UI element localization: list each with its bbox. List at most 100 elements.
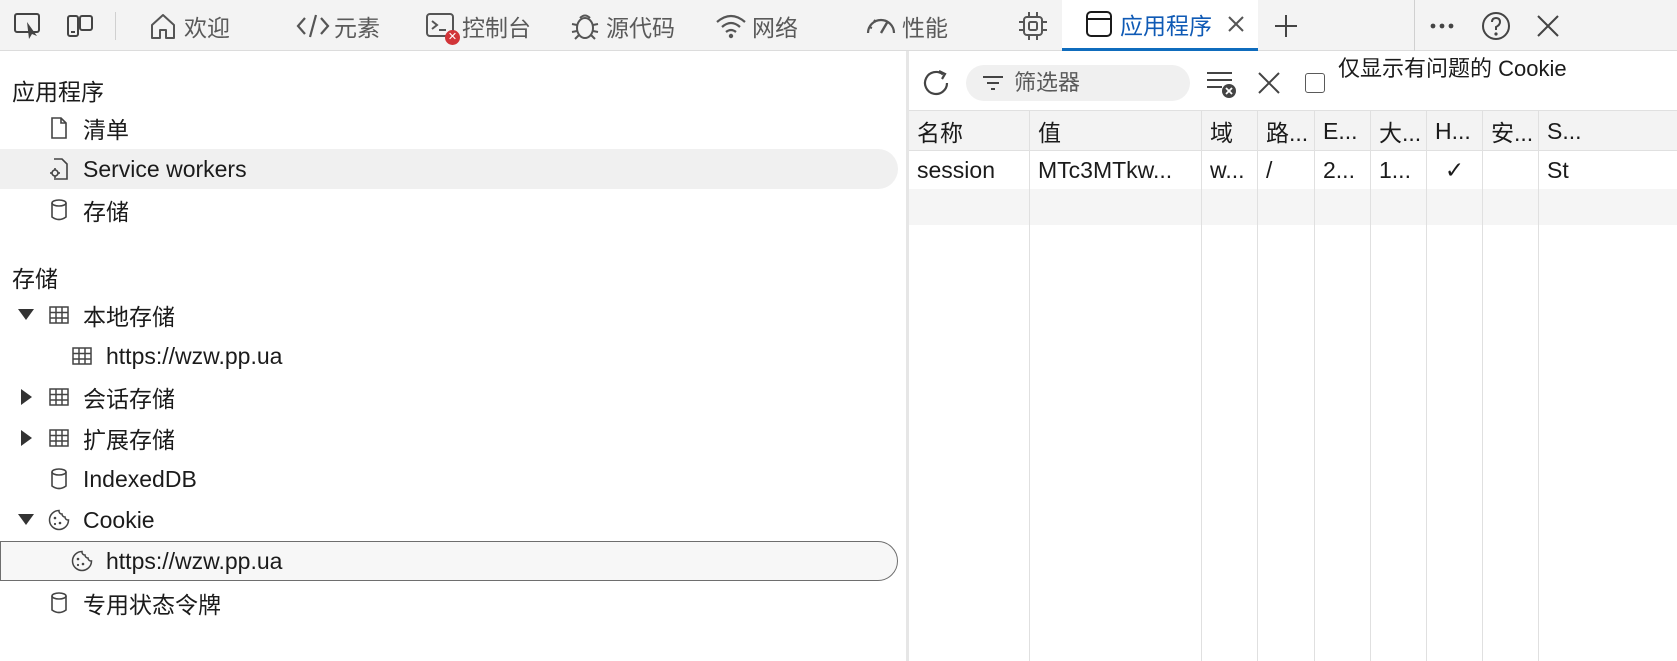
inspect-icon bbox=[13, 12, 43, 40]
cell-secure[interactable] bbox=[1483, 151, 1538, 189]
more-horizontal-icon bbox=[1429, 22, 1455, 30]
help-icon bbox=[1481, 11, 1511, 41]
sidebar-item-label: 本地存储 bbox=[83, 304, 175, 330]
filter-input[interactable] bbox=[1014, 70, 1174, 96]
tab-label: 性能 bbox=[902, 14, 948, 41]
delete-selected-button[interactable] bbox=[1251, 65, 1287, 101]
tab-label: 欢迎 bbox=[184, 14, 230, 41]
column-divider[interactable] bbox=[1314, 111, 1315, 661]
grid-table-icon bbox=[48, 386, 70, 408]
cell-httponly[interactable]: ✓ bbox=[1427, 151, 1482, 189]
close-devtools-button[interactable] bbox=[1530, 8, 1566, 44]
column-header-domain[interactable]: 域 bbox=[1202, 111, 1257, 151]
column-divider[interactable] bbox=[1029, 111, 1030, 661]
cell-samesite[interactable]: St bbox=[1539, 151, 1677, 189]
column-divider[interactable] bbox=[1538, 111, 1539, 661]
sidebar-item-manifest[interactable]: 清单 bbox=[0, 108, 898, 148]
cell-name[interactable]: session bbox=[909, 151, 1029, 189]
filter-field[interactable] bbox=[966, 65, 1190, 101]
sidebar-item-label: 专用状态令牌 bbox=[83, 592, 221, 618]
clear-filtered-cookies-button[interactable] bbox=[1201, 65, 1241, 101]
add-tab-button[interactable] bbox=[1268, 8, 1304, 44]
column-divider[interactable] bbox=[1370, 111, 1371, 661]
sidebar-item-cookie-origin[interactable]: https://wzw.pp.ua bbox=[0, 541, 898, 581]
column-header-value[interactable]: 值 bbox=[1030, 111, 1201, 151]
sidebar-item-storage[interactable]: 存储 bbox=[0, 190, 898, 230]
service-worker-gear-icon bbox=[48, 158, 70, 180]
plus-icon bbox=[1273, 13, 1299, 39]
cookie-icon bbox=[71, 550, 93, 572]
sidebar-item-label: 清单 bbox=[83, 117, 129, 143]
column-divider[interactable] bbox=[1426, 111, 1427, 661]
code-tags-icon bbox=[296, 9, 330, 43]
grid-table-icon bbox=[48, 427, 70, 449]
sidebar-item-cookies[interactable]: Cookie bbox=[0, 500, 898, 540]
only-issues-label: 仅显示有问题的 Cookie bbox=[1338, 56, 1567, 81]
sidebar-item-private-state-tokens[interactable]: 专用状态令牌 bbox=[0, 583, 898, 623]
clear-list-icon bbox=[1204, 67, 1238, 99]
column-divider[interactable] bbox=[1482, 111, 1483, 661]
tab-memory[interactable] bbox=[1016, 0, 1054, 51]
expand-arrow-down-icon[interactable] bbox=[16, 510, 36, 530]
cell-size[interactable]: 1... bbox=[1371, 151, 1426, 189]
column-divider[interactable] bbox=[1257, 111, 1258, 661]
device-icon bbox=[65, 12, 95, 40]
column-header-httponly[interactable]: H... bbox=[1427, 111, 1482, 151]
tab-sources[interactable]: 源代码 bbox=[568, 0, 675, 51]
column-header-expires[interactable]: E... bbox=[1315, 111, 1370, 151]
help-button[interactable] bbox=[1478, 8, 1514, 44]
column-header-samesite[interactable]: S... bbox=[1539, 111, 1677, 151]
tab-welcome[interactable]: 欢迎 bbox=[146, 0, 230, 51]
grid-table-icon bbox=[48, 304, 70, 326]
refresh-button[interactable] bbox=[917, 65, 955, 101]
document-icon bbox=[48, 117, 70, 139]
device-emulation-button[interactable] bbox=[62, 8, 98, 44]
cookie-table: 名称 值 域 路... E... 大... H... 安... S... ses… bbox=[909, 111, 1677, 661]
gauge-icon bbox=[864, 9, 898, 43]
cell-expires[interactable]: 2... bbox=[1315, 151, 1370, 189]
sidebar-item-indexeddb[interactable]: IndexedDB bbox=[0, 459, 898, 499]
chip-icon bbox=[1016, 9, 1050, 43]
tab-network[interactable]: 网络 bbox=[714, 0, 798, 51]
column-header-name[interactable]: 名称 bbox=[909, 111, 1029, 151]
sidebar-item-session-storage[interactable]: 会话存储 bbox=[0, 377, 898, 417]
cell-value[interactable]: MTc3MTkw... bbox=[1030, 151, 1201, 189]
sidebar-item-extension-storage[interactable]: 扩展存储 bbox=[0, 418, 898, 458]
expand-arrow-right-icon[interactable] bbox=[17, 387, 37, 407]
database-icon bbox=[48, 199, 70, 221]
sidebar-item-label: 扩展存储 bbox=[83, 427, 175, 453]
sidebar-item-local-storage-origin[interactable]: https://wzw.pp.ua bbox=[0, 336, 898, 376]
grid-table-icon bbox=[71, 345, 93, 367]
sidebar-item-label: https://wzw.pp.ua bbox=[106, 547, 283, 574]
more-options-button[interactable] bbox=[1424, 8, 1460, 44]
tab-application[interactable]: 应用程序 bbox=[1062, 0, 1258, 51]
toolbar-divider bbox=[115, 12, 116, 40]
expand-arrow-right-icon[interactable] bbox=[17, 428, 37, 448]
column-header-size[interactable]: 大... bbox=[1371, 111, 1426, 151]
inspect-element-button[interactable] bbox=[10, 8, 46, 44]
close-tab-icon[interactable] bbox=[1226, 14, 1246, 34]
bug-icon bbox=[568, 9, 602, 43]
section-title-storage: 存储 bbox=[12, 266, 58, 292]
tab-elements[interactable]: 元素 bbox=[296, 0, 380, 51]
sidebar-item-label: Service workers bbox=[83, 155, 247, 182]
tab-label: 网络 bbox=[752, 14, 798, 41]
cookie-icon bbox=[48, 509, 70, 531]
cell-domain[interactable]: w... bbox=[1202, 151, 1257, 189]
database-icon bbox=[48, 468, 70, 490]
column-header-path[interactable]: 路... bbox=[1258, 111, 1314, 151]
tab-performance[interactable]: 性能 bbox=[864, 0, 948, 51]
column-header-secure[interactable]: 安... bbox=[1483, 111, 1538, 151]
sidebar-item-service-workers[interactable]: Service workers bbox=[0, 149, 898, 189]
sidebar-item-label: https://wzw.pp.ua bbox=[106, 342, 283, 369]
sidebar-item-label: 存储 bbox=[83, 199, 129, 225]
database-icon bbox=[48, 592, 70, 614]
expand-arrow-down-icon[interactable] bbox=[16, 305, 36, 325]
only-issues-checkbox[interactable] bbox=[1305, 73, 1325, 93]
column-divider[interactable] bbox=[1201, 111, 1202, 661]
cell-path[interactable]: / bbox=[1258, 151, 1314, 189]
tab-console[interactable]: ✕ 控制台 bbox=[424, 0, 531, 51]
home-icon bbox=[146, 9, 180, 43]
console-icon: ✕ bbox=[424, 9, 460, 45]
sidebar-item-local-storage[interactable]: 本地存储 bbox=[0, 295, 898, 335]
